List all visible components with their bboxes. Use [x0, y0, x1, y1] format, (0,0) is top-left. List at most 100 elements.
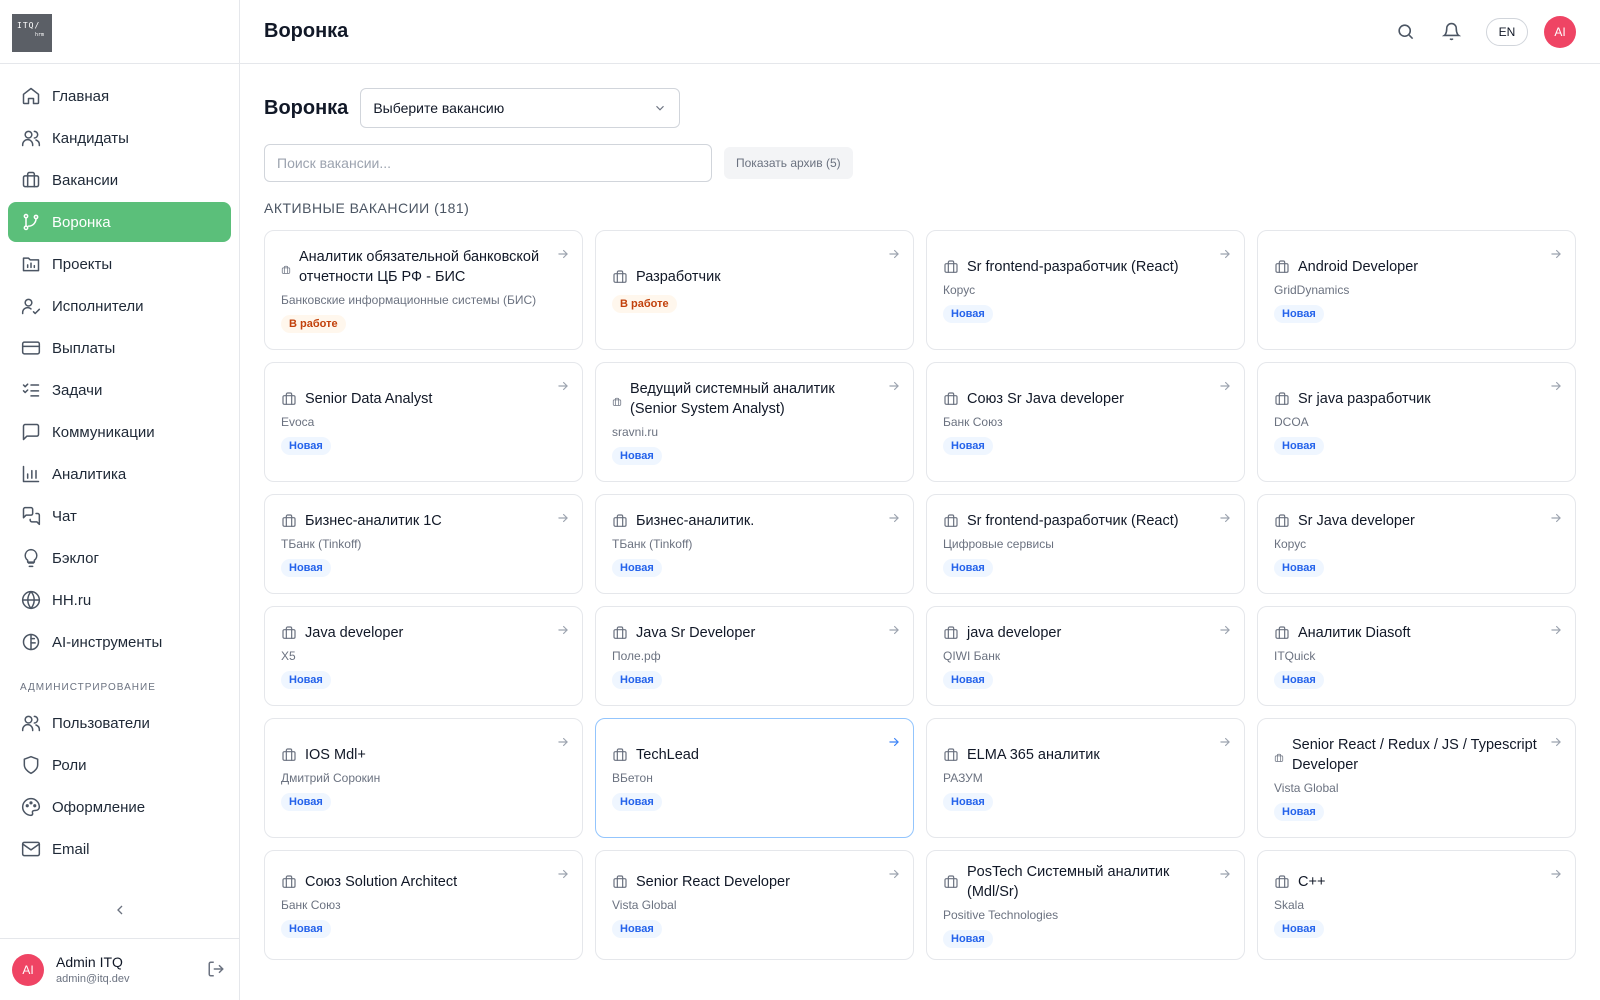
logout-button[interactable] [207, 960, 227, 980]
user-check-icon [21, 298, 41, 315]
search-button[interactable] [1394, 21, 1416, 43]
vacancy-card[interactable]: PosTech Системный аналитик (Mdl/Sr) Posit… [926, 850, 1245, 960]
vacancy-title: Android Developer [1298, 259, 1419, 275]
briefcase-icon [1274, 513, 1290, 529]
vacancy-company: Корус [1274, 537, 1307, 551]
vacancy-title: Бизнес-аналитик 1С [305, 513, 442, 529]
lightbulb-icon [20, 547, 42, 569]
notifications-button[interactable] [1440, 21, 1462, 43]
briefcase-icon [20, 169, 42, 191]
briefcase-icon [282, 514, 296, 527]
active-vacancies-count: АКТИВНЫЕ ВАКАНСИИ (181) [264, 200, 470, 216]
git-branch-icon [23, 213, 39, 231]
vacancy-card[interactable]: Союз Solution Architect Банк Союз Новая [264, 850, 583, 960]
vacancy-title: IOS Mdl+ [305, 747, 366, 763]
vacancy-title-row: Бизнес-аналитик. [612, 511, 897, 531]
logo-subtext: hrm [34, 32, 44, 38]
vacancy-card[interactable]: Senior Data Analyst Evoca Новая [264, 362, 583, 482]
vacancy-card[interactable]: Java developer X5 Новая [264, 606, 583, 706]
vacancy-card[interactable]: Android Developer GridDynamics Новая [1257, 230, 1576, 350]
vacancy-card[interactable]: ELMA 365 аналитик РАЗУМ Новая [926, 718, 1245, 838]
sidebar-item-label: Коммуникации [52, 423, 155, 441]
vacancy-title-row: Союз Sr Java developer [943, 389, 1228, 409]
vacancy-card[interactable]: TechLead ВБетон Новая [595, 718, 914, 838]
collapse-sidebar-button[interactable] [110, 900, 130, 920]
sidebar-item-4-items[interactable]: Проекты [8, 244, 231, 284]
sidebar-item-8-items[interactable]: Коммуникации [8, 412, 231, 452]
vacancy-card[interactable]: Аналитик Diasoft ITQuick Новая [1257, 606, 1576, 706]
vacancy-card[interactable]: Союз Sr Java developer Банк Союз Новая [926, 362, 1245, 482]
sidebar-item-11-items[interactable]: Бэклог [8, 538, 231, 578]
arrow-right-icon [887, 623, 901, 637]
vacancy-card[interactable]: Бизнес-аналитик. ТБанк (Tinkoff) Новая [595, 494, 914, 594]
vacancy-card[interactable]: Ведущий системный аналитик (Senior Syste… [595, 362, 914, 482]
sidebar-item-label: AI-инструменты [52, 633, 163, 651]
briefcase-icon [1275, 392, 1289, 405]
status-badge: Новая [612, 671, 662, 689]
vacancy-company: Vista Global [1274, 781, 1339, 795]
vacancy-card[interactable]: Sr Java developer Корус Новая [1257, 494, 1576, 594]
briefcase-icon [282, 748, 296, 761]
arrow-right-icon [1549, 735, 1563, 749]
vacancy-card[interactable]: Бизнес-аналитик 1С ТБанк (Tinkoff) Новая [264, 494, 583, 594]
vacancy-select[interactable]: Выберите вакансию [360, 88, 681, 128]
admin-section-label: АДМИНИСТРИРОВАНИЕ [20, 682, 156, 693]
sidebar-item-2-items[interactable]: Вакансии [8, 160, 231, 200]
sidebar-item-6-items[interactable]: Выплаты [8, 328, 231, 368]
vacancy-select-value: Выберите вакансию [373, 100, 505, 116]
sidebar-item-2-admin_items[interactable]: Оформление [8, 787, 231, 827]
sidebar-item-13-items[interactable]: AI-инструменты [8, 622, 231, 662]
sidebar-item-10-items[interactable]: Чат [8, 496, 231, 536]
vacancy-card[interactable]: IOS Mdl+ Дмитрий Сорокин Новая [264, 718, 583, 838]
vacancy-card[interactable]: java developer QIWI Банк Новая [926, 606, 1245, 706]
vacancy-card[interactable]: Senior React Developer Vista Global Новая [595, 850, 914, 960]
vacancy-title-row: Ведущий системный аналитик (Senior Syste… [612, 379, 897, 419]
arrow-right-icon [1218, 867, 1232, 881]
show-archive-button[interactable]: Показать архив (5) [724, 147, 853, 179]
briefcase-icon [281, 625, 297, 641]
vacancy-card[interactable]: Sr frontend-разработчик (React) Цифровые … [926, 494, 1245, 594]
page-title: Воронка [264, 20, 349, 42]
avatar[interactable]: AI [12, 953, 44, 986]
vacancy-title: ELMA 365 аналитик [967, 747, 1100, 763]
vacancy-card[interactable]: Sr frontend-разработчик (React) Корус Нова… [926, 230, 1245, 350]
vacancy-card[interactable]: C++ Skala Новая [1257, 850, 1576, 960]
sidebar-item-9-items[interactable]: Аналитика [8, 454, 231, 494]
sidebar-item-3-admin_items[interactable]: Email [8, 829, 231, 869]
vacancy-title-row: Разработчик [612, 267, 897, 287]
vacancy-company: Vista Global [612, 898, 677, 912]
sidebar-item-12-items[interactable]: HH.ru [8, 580, 231, 620]
vacancy-card[interactable]: Аналитик обязательной банковской отчетно… [264, 230, 583, 350]
folder-chart-icon [20, 253, 42, 275]
brain-icon [22, 633, 40, 651]
logo[interactable]: ITQ/ hrm [12, 14, 52, 52]
vacancy-card[interactable]: Senior React / Redux / JS / Typescript D… [1257, 718, 1576, 838]
vacancy-title: TechLead [636, 747, 699, 763]
arrow-right-icon [887, 379, 901, 393]
user-email: admin@itq.dev [56, 973, 130, 985]
status-badge: Новая [281, 437, 331, 455]
header-avatar[interactable]: AI [1544, 15, 1576, 48]
sidebar-item-label: Бэклог [52, 549, 99, 567]
sidebar-item-0-items[interactable]: Главная [8, 76, 231, 116]
vacancy-card[interactable]: Разработчик В работе [595, 230, 914, 350]
sidebar-item-5-items[interactable]: Исполнители [8, 286, 231, 326]
sidebar-item-1-admin_items[interactable]: Роли [8, 745, 231, 785]
language-toggle[interactable]: EN [1486, 17, 1528, 46]
vacancy-card[interactable]: Sr java разработчик DCOA Новая [1257, 362, 1576, 482]
sidebar-item-0-admin_items[interactable]: Пользователи [8, 703, 231, 743]
sidebar-item-3-items[interactable]: Воронка [8, 202, 231, 242]
status-badge: Новая [281, 920, 331, 938]
vacancy-card[interactable]: Java Sr Developer Поле.рф Новая [595, 606, 914, 706]
sidebar-item-1-items[interactable]: Кандидаты [8, 118, 231, 158]
status-badge: Новая [1274, 559, 1324, 577]
vacancy-company: ВБетон [612, 771, 653, 785]
arrow-right-icon [556, 379, 570, 393]
top-header: Воронка EN AI [240, 0, 1600, 64]
globe-icon [20, 589, 42, 611]
status-badge: Новая [943, 671, 993, 689]
vacancy-company: DCOA [1274, 415, 1309, 429]
vacancy-search-input[interactable] [264, 144, 712, 182]
briefcase-icon [1275, 875, 1289, 888]
sidebar-item-7-items[interactable]: Задачи [8, 370, 231, 410]
